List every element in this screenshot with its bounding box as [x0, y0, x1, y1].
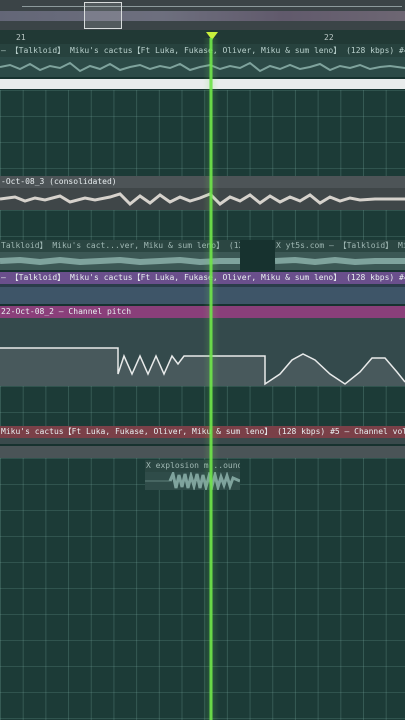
overview-line [22, 6, 402, 7]
audio-clip-yt5s[interactable] [274, 252, 405, 270]
clip-label: -Oct-08_3 (consolidated) [1, 177, 117, 186]
audio-clip-explosion[interactable] [145, 469, 241, 493]
overview-clips [0, 11, 405, 21]
ruler-bar-21: 21 [16, 33, 26, 42]
ruler-bar-22: 22 [324, 33, 334, 42]
playhead-line[interactable] [209, 38, 213, 720]
waveform-graphic [274, 256, 405, 266]
clip-label: 22-Oct-08_2 – Channel pitch [1, 307, 132, 316]
clip-header-yt5s[interactable]: X yt5s.com – 【Talkloid】 Miku ...iku & [275, 240, 405, 252]
clip-header-explosion[interactable]: X explosion m...ound effect [145, 460, 240, 472]
clip-label: X explosion m...ound effect [146, 461, 240, 470]
clip-label: X yt5s.com – 【Talkloid】 Miku ...iku & [276, 241, 405, 250]
waveform-graphic [145, 469, 241, 493]
overview-scroll-handle[interactable] [84, 2, 122, 29]
